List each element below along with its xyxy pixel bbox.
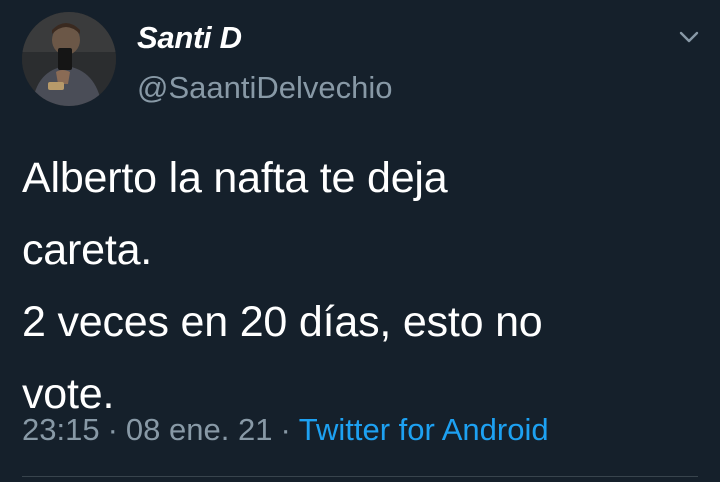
tweet-source-link[interactable]: Twitter for Android [299,412,549,447]
tweet-text: Alberto la nafta te deja careta. 2 veces… [22,154,543,418]
separator: · [280,412,291,447]
tweet-time[interactable]: 23:15 [22,412,100,447]
display-name[interactable]: Santi D [137,20,242,56]
avatar[interactable] [22,12,116,106]
tweet-date[interactable]: 08 ene. 21 [126,412,273,447]
username[interactable]: @SaantiDelvechio [137,70,393,106]
more-options-button[interactable] [672,22,706,56]
separator: · [107,412,118,447]
chevron-down-icon [678,30,700,49]
divider [22,476,698,477]
avatar-photo [22,12,116,106]
tweet-detail: Santi D @SaantiDelvechio Alberto la naft… [0,0,720,482]
tweet-metadata: 23:15 · 08 ene. 21 · Twitter for Android [22,412,549,448]
